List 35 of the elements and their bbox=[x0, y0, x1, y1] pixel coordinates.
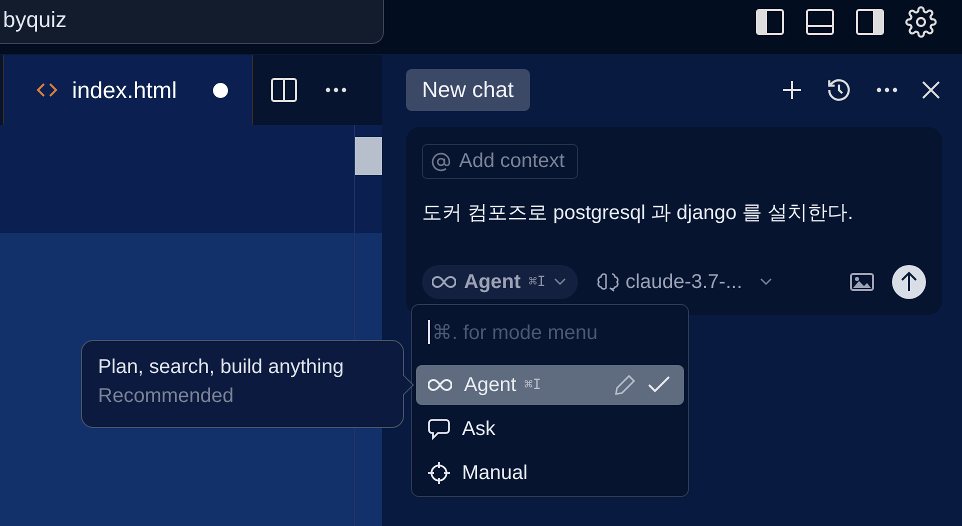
close-icon[interactable] bbox=[922, 81, 940, 99]
infinity-icon bbox=[432, 275, 456, 289]
settings-icon[interactable] bbox=[905, 6, 937, 38]
crosshair-icon bbox=[428, 462, 450, 484]
right-panel-icon[interactable] bbox=[855, 8, 885, 36]
bottom-panel-icon[interactable] bbox=[805, 8, 835, 36]
chevron-icon bbox=[554, 278, 566, 286]
more-icon[interactable] bbox=[876, 87, 898, 93]
tooltip-subtitle: Recommended bbox=[98, 385, 235, 408]
mode-menu-item[interactable]: Agent ⌘I bbox=[416, 365, 684, 405]
model-selector[interactable]: claude-3.7-... bbox=[596, 270, 772, 294]
speech-bubble-icon bbox=[428, 418, 450, 440]
code-icon bbox=[36, 82, 58, 98]
new-chat-tab[interactable]: New chat bbox=[406, 69, 530, 111]
mode-menu-item[interactable]: Ask bbox=[416, 409, 684, 449]
split-editor-icon[interactable] bbox=[270, 77, 298, 103]
history-icon[interactable] bbox=[826, 77, 852, 103]
search-field[interactable]: byquiz bbox=[0, 0, 384, 44]
chevron-icon bbox=[760, 278, 772, 286]
check-icon bbox=[648, 376, 670, 394]
at-icon bbox=[431, 152, 451, 172]
send-button[interactable] bbox=[892, 265, 926, 299]
image-icon[interactable] bbox=[850, 272, 874, 292]
editor-tab[interactable]: index.html bbox=[3, 55, 253, 125]
chat-input-text[interactable]: 도커 컴포즈로 postgresql 과 django 를 설치한다. bbox=[422, 199, 926, 226]
mode-menu-item[interactable]: Manual bbox=[416, 453, 684, 493]
edit-icon[interactable] bbox=[614, 374, 636, 396]
mode-selector[interactable]: Agent ⌘I bbox=[422, 265, 578, 299]
add-context-button[interactable]: Add context bbox=[422, 144, 578, 179]
left-panel-icon[interactable] bbox=[755, 8, 785, 36]
plus-icon[interactable] bbox=[782, 80, 802, 100]
scrollbar-thumb[interactable] bbox=[355, 137, 382, 175]
infinity-icon bbox=[428, 378, 452, 392]
more-icon[interactable] bbox=[325, 87, 347, 93]
tooltip-title: Plan, search, build anything bbox=[98, 356, 345, 379]
